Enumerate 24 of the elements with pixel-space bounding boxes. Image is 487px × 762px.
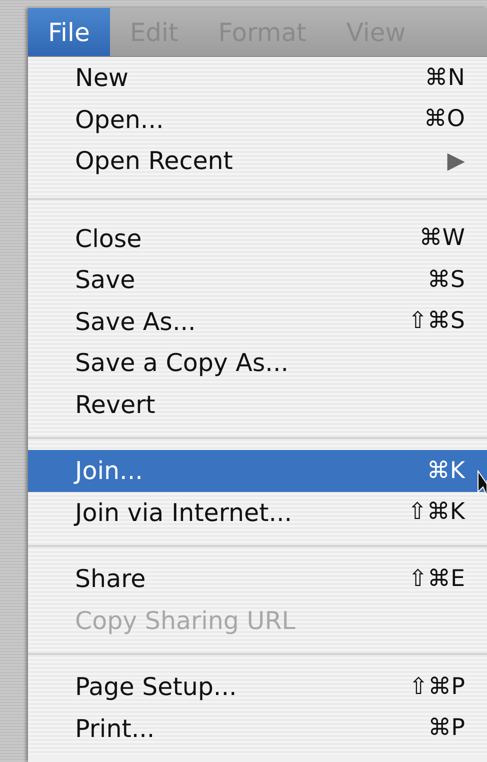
menu-item[interactable]: Open Recent ▶: [28, 140, 487, 182]
menu-item[interactable]: Share ⇧⌘E: [28, 558, 487, 600]
menu-title[interactable]: File: [28, 8, 110, 56]
shortcut-label: ⌘N: [424, 64, 465, 91]
shortcut-label: ⌘O: [424, 106, 465, 132]
shortcut-label: ⌘W: [419, 225, 465, 252]
shortcut-label: ⇧⌘S: [408, 308, 465, 334]
menu-item[interactable]: Save a Copy As...: [28, 342, 487, 384]
menu-item[interactable]: Revert: [28, 384, 487, 425]
menu-item[interactable]: New ⌘N: [28, 57, 487, 98]
shortcut-label: ⌘P: [428, 715, 465, 742]
shortcut-label: ⇧⌘K: [408, 499, 465, 526]
menu-item[interactable]: Print... ⌘P: [28, 708, 487, 749]
submenu-arrow: ▶: [447, 148, 465, 174]
menu-item[interactable]: Save As... ⇧⌘S: [28, 300, 487, 342]
shortcut-label: ⇧⌘E: [408, 566, 465, 592]
shortcut-label: ⌘K: [426, 458, 465, 484]
menu-item[interactable]: Save ⌘S: [28, 259, 487, 300]
menu-item[interactable]: Page Setup... ⇧⌘P: [28, 666, 487, 708]
menu-item[interactable]: Open... ⌘O: [28, 98, 487, 140]
shortcut-label: ⇧⌘P: [408, 674, 465, 700]
menu-item[interactable]: Close ⌘W: [28, 218, 487, 259]
menu-item[interactable]: Join via Internet... ⇧⌘K: [28, 492, 487, 533]
shortcut-label: ⌘S: [427, 266, 465, 293]
